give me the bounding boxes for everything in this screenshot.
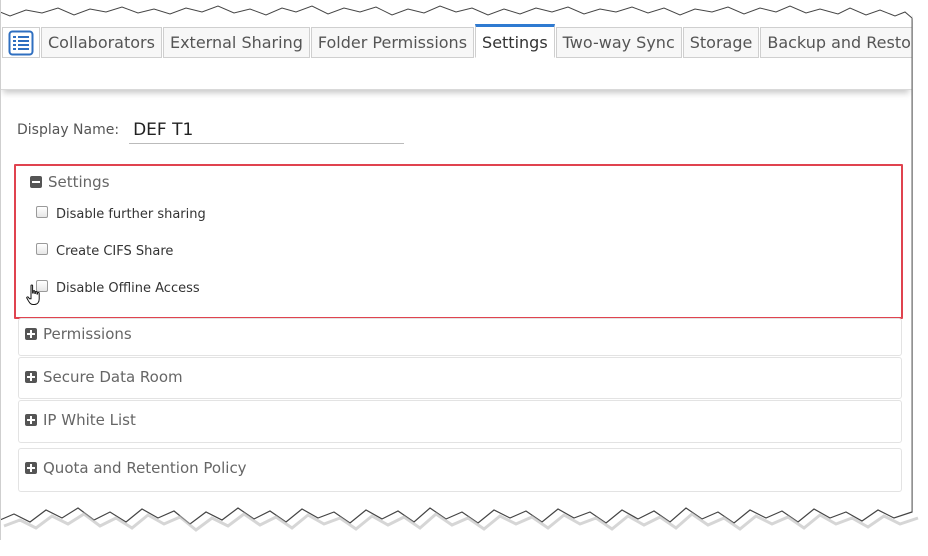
secure-data-room-section-header[interactable]: Secure Data Room [19,358,901,396]
tab-list-view[interactable] [2,27,40,58]
folder-properties-view: Collaborators External Sharing Folder Pe… [0,0,912,540]
tab-collaborators[interactable]: Collaborators [41,27,162,58]
quota-and-retention-policy-section: Quota and Retention Policy [18,448,902,492]
quota-and-retention-policy-section-header[interactable]: Quota and Retention Policy [19,449,901,487]
permissions-section: Permissions [18,318,902,356]
tab-bar: Collaborators External Sharing Folder Pe… [0,0,912,90]
secure-data-room-section: Secure Data Room [18,357,902,399]
section-title: Permissions [43,325,132,343]
ip-white-list-section: IP White List [18,400,902,443]
section-title: IP White List [43,411,136,429]
tab-external-sharing[interactable]: External Sharing [162,27,310,58]
tab-folder-permissions[interactable]: Folder Permissions [310,27,475,58]
expand-icon [25,328,37,340]
expand-icon [25,371,37,383]
display-name-label: Display Name: [17,122,120,138]
tab-two-way-sync[interactable]: Two-way Sync [555,27,682,58]
expand-icon [25,414,37,426]
permissions-section-header[interactable]: Permissions [19,319,901,349]
display-name-row: Display Name: [17,116,405,144]
highlight-box [14,164,903,319]
list-icon [8,30,34,55]
tab-storage[interactable]: Storage [682,27,760,58]
ip-white-list-section-header[interactable]: IP White List [19,401,901,439]
hand-cursor-icon [26,284,40,305]
section-title: Quota and Retention Policy [43,459,247,477]
tab-backup-and-restore[interactable]: Backup and Restore [760,27,912,58]
section-title: Secure Data Room [43,368,183,386]
tab-settings[interactable]: Settings [475,24,555,58]
expand-icon [25,462,37,474]
tabs: Collaborators External Sharing Folder Pe… [2,24,912,58]
display-name-input[interactable] [129,116,405,144]
